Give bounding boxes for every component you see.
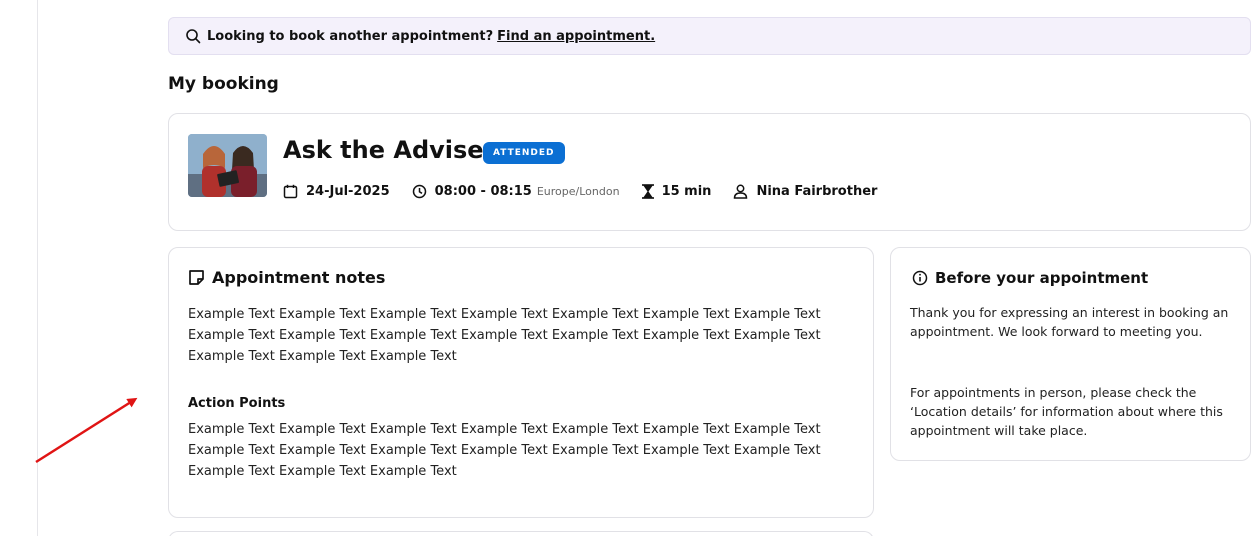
banner-text: Looking to book another appointment? <box>207 28 494 44</box>
find-appointment-link[interactable]: Find an appointment. <box>497 29 655 44</box>
calendar-icon <box>283 184 298 199</box>
notes-heading: Appointment notes <box>188 268 385 287</box>
notes-heading-text: Appointment notes <box>212 268 386 287</box>
booking-time: 08:00 - 08:15 <box>434 184 532 199</box>
book-another-banner: Looking to book another appointment? Fin… <box>168 17 1251 55</box>
booking-title: Ask the Adviser <box>283 136 496 164</box>
clock-icon <box>412 184 426 199</box>
notes-text: Example Text Example Text Example Text E… <box>188 307 821 364</box>
appointment-notes-card: Appointment notes Example Text Example T… <box>168 247 874 518</box>
status-badge: ATTENDED <box>483 142 565 164</box>
before-heading: Before your appointment <box>912 269 1148 287</box>
page-title: My booking <box>168 74 279 94</box>
before-paragraph-1: Thank you for expressing an interest in … <box>910 305 1229 339</box>
hourglass-icon <box>641 184 654 199</box>
action-points-label: Action Points <box>188 396 286 411</box>
adviser-item: Nina Fairbrother <box>733 184 877 199</box>
before-heading-text: Before your appointment <box>935 269 1149 287</box>
booking-card: Ask the Adviser ATTENDED 24-Jul-2025 08:… <box>168 113 1251 231</box>
booking-adviser: Nina Fairbrother <box>756 184 878 199</box>
search-icon <box>186 29 201 44</box>
user-icon <box>734 184 748 199</box>
booking-date: 24-Jul-2025 <box>306 184 390 199</box>
left-rule <box>37 0 38 536</box>
action-points-text: Example Text Example Text Example Text E… <box>188 422 821 479</box>
booking-meta: 24-Jul-2025 08:00 - 08:15 Europe/London … <box>283 184 899 199</box>
booking-timezone: Europe/London <box>536 185 620 198</box>
next-card-edge <box>168 531 874 536</box>
info-icon <box>912 270 928 286</box>
duration-item: 15 min <box>641 184 712 199</box>
booking-duration: 15 min <box>661 184 712 199</box>
before-paragraph-2: For appointments in person, please check… <box>910 385 1223 438</box>
time-item: 08:00 - 08:15 Europe/London <box>412 184 620 199</box>
before-appointment-card: Before your appointment Thank you for ex… <box>890 247 1251 461</box>
appointment-thumbnail <box>188 134 267 197</box>
date-item: 24-Jul-2025 <box>283 184 390 199</box>
note-icon <box>189 270 204 285</box>
